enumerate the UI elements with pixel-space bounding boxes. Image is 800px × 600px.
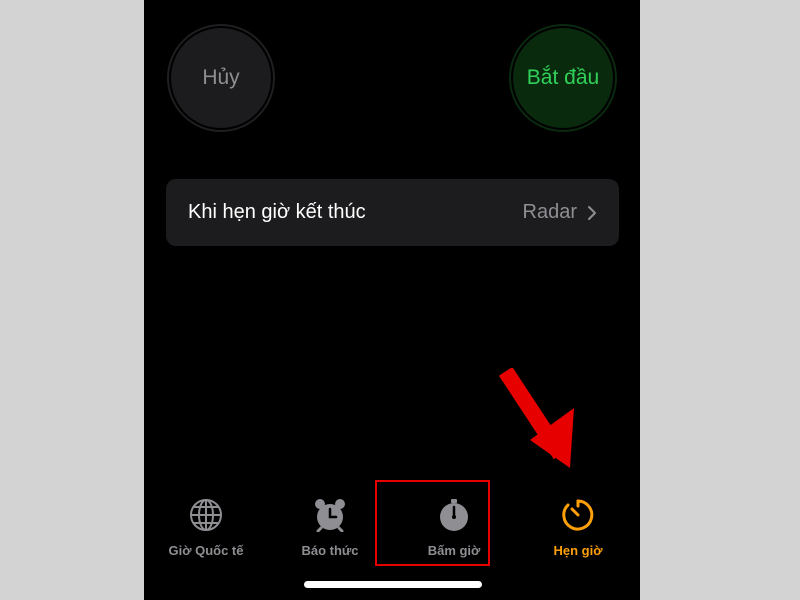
tab-world-clock[interactable]: Giờ Quốc tế: [144, 498, 268, 558]
tab-alarm[interactable]: Báo thức: [268, 498, 392, 558]
alarm-clock-icon: [313, 498, 347, 537]
globe-icon: [189, 498, 223, 537]
highlight-box: [375, 480, 490, 566]
tab-label: Giờ Quốc tế: [168, 543, 244, 558]
tab-label: Hẹn giờ: [553, 543, 603, 558]
cancel-button[interactable]: Hủy: [167, 24, 275, 132]
start-button-label: Bắt đầu: [513, 28, 613, 128]
cancel-button-label: Hủy: [171, 28, 271, 128]
row-label: Khi hẹn giờ kết thúc: [188, 201, 366, 223]
arrow-pointer-icon: [498, 366, 582, 481]
when-timer-ends-row[interactable]: Khi hẹn giờ kết thúc Radar: [166, 179, 619, 246]
chevron-right-icon: [587, 205, 597, 221]
row-value: Radar: [522, 201, 577, 223]
home-indicator[interactable]: [304, 581, 482, 588]
timer-icon: [561, 498, 595, 537]
tab-label: Báo thức: [301, 543, 359, 558]
start-button[interactable]: Bắt đầu: [509, 24, 617, 132]
tab-timer[interactable]: Hẹn giờ: [516, 498, 640, 558]
